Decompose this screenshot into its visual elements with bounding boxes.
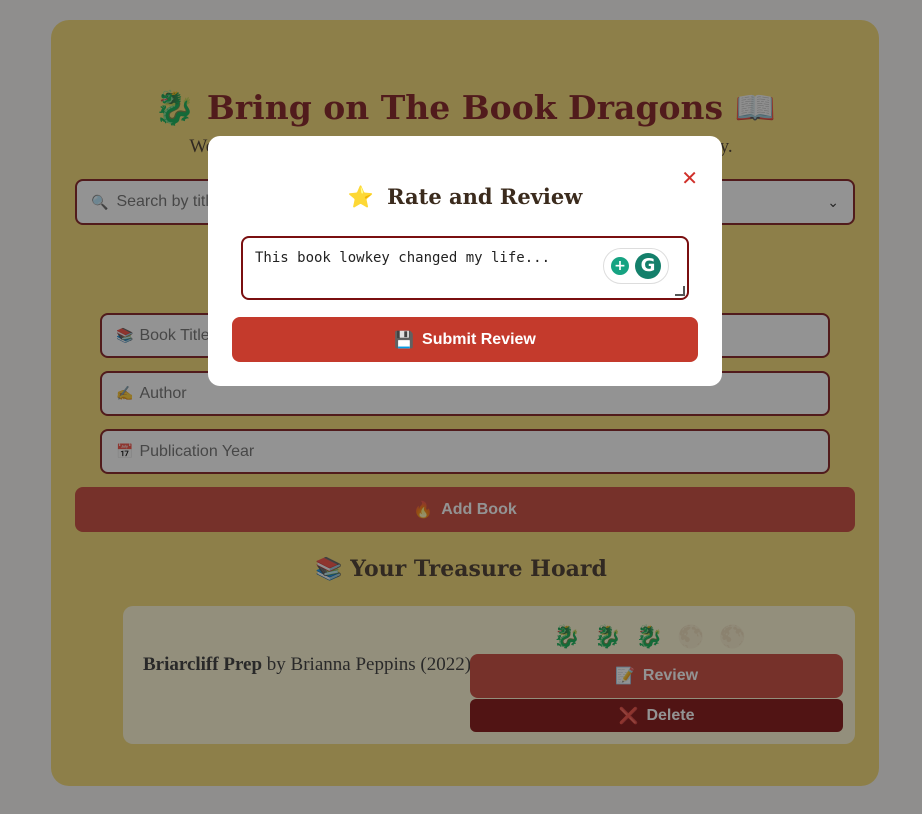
review-textarea[interactable]: This book lowkey changed my life... + G — [241, 236, 689, 300]
star-icon: ⭐ — [347, 184, 374, 209]
modal-overlay[interactable] — [0, 0, 922, 814]
grammarly-logo-icon[interactable]: G — [635, 253, 661, 279]
floppy-disk-icon: 💾 — [394, 331, 415, 349]
review-modal: ✕ ⭐ Rate and Review This book lowkey cha… — [208, 136, 722, 386]
resize-handle-icon[interactable] — [675, 286, 685, 296]
grammarly-widget[interactable]: + G — [603, 248, 669, 284]
review-text-value: This book lowkey changed my life... — [255, 250, 551, 266]
modal-title: ⭐ Rate and Review — [208, 184, 722, 210]
lightbulb-icon[interactable]: + — [611, 257, 629, 275]
modal-title-text: Rate and Review — [387, 184, 583, 209]
submit-review-label: Submit Review — [422, 330, 536, 348]
submit-review-button[interactable]: 💾 Submit Review — [232, 317, 698, 362]
